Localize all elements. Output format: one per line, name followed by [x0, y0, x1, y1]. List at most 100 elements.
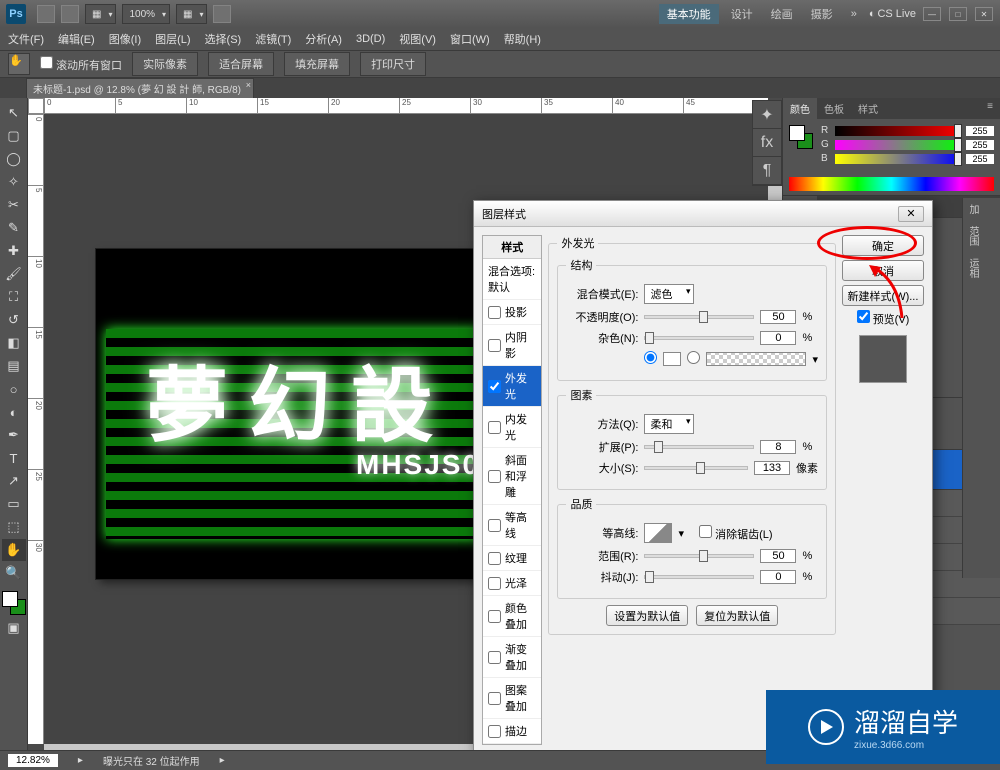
crop-tool-icon[interactable]: ✂ [2, 194, 26, 216]
menu-3d[interactable]: 3D(D) [356, 33, 385, 45]
style-item[interactable]: 纹理 [483, 546, 541, 571]
menu-help[interactable]: 帮助(H) [504, 31, 541, 47]
workspace-link[interactable]: 摄影 [805, 6, 839, 22]
stamp-tool-icon[interactable]: ⛶ [2, 286, 26, 308]
preview-checkbox[interactable]: 预览(V) [857, 310, 910, 327]
style-item[interactable]: 渐变叠加 [483, 637, 541, 678]
header-icon[interactable] [61, 5, 79, 23]
style-item[interactable]: 投影 [483, 300, 541, 325]
peek-tab[interactable]: 范围 [963, 220, 982, 252]
workspace-link[interactable]: 绘画 [765, 6, 799, 22]
opacity-input[interactable]: 50 [760, 310, 796, 324]
layout-selector[interactable]: ▦ [85, 4, 116, 24]
move-tool-icon[interactable]: ↖ [2, 102, 26, 124]
peek-tab[interactable]: 加 [963, 198, 982, 220]
dialog-titlebar[interactable]: 图层样式 ✕ [474, 201, 932, 227]
menu-view[interactable]: 视图(V) [399, 31, 436, 47]
eraser-tool-icon[interactable]: ◧ [2, 332, 26, 354]
workspace-more[interactable]: » [845, 8, 863, 20]
glow-color-swatch[interactable] [663, 352, 681, 366]
header-icon[interactable] [37, 5, 55, 23]
g-value[interactable]: 255 [966, 140, 994, 150]
color-radio[interactable] [644, 351, 657, 367]
b-value[interactable]: 255 [966, 154, 994, 164]
color-swatches[interactable] [0, 591, 26, 617]
noise-slider[interactable] [644, 336, 754, 340]
gradient-tool-icon[interactable]: ▤ [2, 355, 26, 377]
heal-tool-icon[interactable]: ✚ [2, 240, 26, 262]
opacity-slider[interactable] [644, 315, 754, 319]
dodge-tool-icon[interactable]: ◐ [2, 401, 26, 423]
brush-tool-icon[interactable]: 🖌 [2, 263, 26, 285]
style-item[interactable]: 颜色叠加 [483, 596, 541, 637]
type-tool-icon[interactable]: T [2, 447, 26, 469]
menu-select[interactable]: 选择(S) [205, 31, 242, 47]
tab-color[interactable]: 颜色 [783, 98, 817, 119]
document-tab[interactable]: 未标题-1.psd @ 12.8% (夢 幻 設 計 師, RGB/8) [26, 78, 254, 98]
scroll-all-checkbox[interactable]: 滚动所有窗口 [40, 56, 122, 73]
r-slider[interactable] [835, 126, 962, 136]
menu-file[interactable]: 文件(F) [8, 31, 44, 47]
jitter-input[interactable]: 0 [760, 570, 796, 584]
workspace-basic-button[interactable]: 基本功能 [659, 4, 719, 24]
fit-screen-button[interactable]: 适合屏幕 [208, 52, 274, 76]
gradient-radio[interactable] [687, 351, 700, 367]
g-slider[interactable] [835, 140, 962, 150]
noise-input[interactable]: 0 [760, 331, 796, 345]
dialog-close-icon[interactable]: ✕ [898, 206, 924, 222]
method-select[interactable]: 柔和 [644, 414, 694, 434]
menu-image[interactable]: 图像(I) [109, 31, 141, 47]
quickmask-icon[interactable]: ▣ [2, 617, 26, 639]
eyedropper-tool-icon[interactable]: ✎ [2, 217, 26, 239]
fill-screen-button[interactable]: 填充屏幕 [284, 52, 350, 76]
blend-mode-select[interactable]: 滤色 [644, 284, 694, 304]
marquee-tool-icon[interactable]: ▢ [2, 125, 26, 147]
dock-icon[interactable]: fx [753, 129, 781, 157]
peek-tab[interactable]: 运相 [963, 252, 982, 284]
pen-tool-icon[interactable]: ✒ [2, 424, 26, 446]
tab-swatches[interactable]: 色板 [817, 98, 851, 119]
ok-button[interactable]: 确定 [842, 235, 924, 256]
zoom-status[interactable]: 12.82% [8, 754, 58, 767]
3d-tool-icon[interactable]: ⬚ [2, 516, 26, 538]
lasso-tool-icon[interactable]: ◯ [2, 148, 26, 170]
style-item[interactable]: 外发光 [483, 366, 541, 407]
antialias-checkbox[interactable]: 消除锯齿(L) [699, 525, 773, 542]
close-icon[interactable]: ✕ [975, 7, 993, 21]
style-item[interactable]: 内发光 [483, 407, 541, 448]
spread-input[interactable]: 8 [760, 440, 796, 454]
zoom-tool-icon[interactable]: 🔍 [2, 562, 26, 584]
set-default-button[interactable]: 设置为默认值 [606, 605, 688, 626]
minimize-icon[interactable]: — [923, 7, 941, 21]
panel-menu-icon[interactable]: ≡ [980, 98, 1000, 119]
zoom-selector[interactable]: 100% [122, 4, 170, 24]
tab-styles[interactable]: 样式 [851, 98, 885, 119]
menu-edit[interactable]: 编辑(E) [58, 31, 95, 47]
spectrum-bar[interactable] [789, 177, 994, 191]
shape-tool-icon[interactable]: ▭ [2, 493, 26, 515]
print-size-button[interactable]: 打印尺寸 [360, 52, 426, 76]
view-selector[interactable]: ▦ [176, 4, 207, 24]
header-icon[interactable] [213, 5, 231, 23]
history-brush-icon[interactable]: ↺ [2, 309, 26, 331]
style-item[interactable]: 等高线 [483, 505, 541, 546]
range-slider[interactable] [644, 554, 754, 558]
style-item[interactable]: 图案叠加 [483, 678, 541, 719]
actual-pixels-button[interactable]: 实际像素 [132, 52, 198, 76]
range-input[interactable]: 50 [760, 549, 796, 563]
menu-window[interactable]: 窗口(W) [450, 31, 490, 47]
blend-options-item[interactable]: 混合选项:默认 [483, 259, 541, 300]
workspace-link[interactable]: 设计 [725, 6, 759, 22]
b-slider[interactable] [835, 154, 962, 164]
style-item[interactable]: 斜面和浮雕 [483, 448, 541, 505]
menu-analysis[interactable]: 分析(A) [305, 31, 342, 47]
spread-slider[interactable] [644, 445, 754, 449]
r-value[interactable]: 255 [966, 126, 994, 136]
dock-icon[interactable]: ✦ [753, 101, 781, 129]
jitter-slider[interactable] [644, 575, 754, 579]
blur-tool-icon[interactable]: ○ [2, 378, 26, 400]
menu-filter[interactable]: 滤镜(T) [255, 31, 291, 47]
fg-color-swatch[interactable] [2, 591, 18, 607]
style-item[interactable]: 内阴影 [483, 325, 541, 366]
cslive-button[interactable]: CS Live [869, 8, 916, 20]
